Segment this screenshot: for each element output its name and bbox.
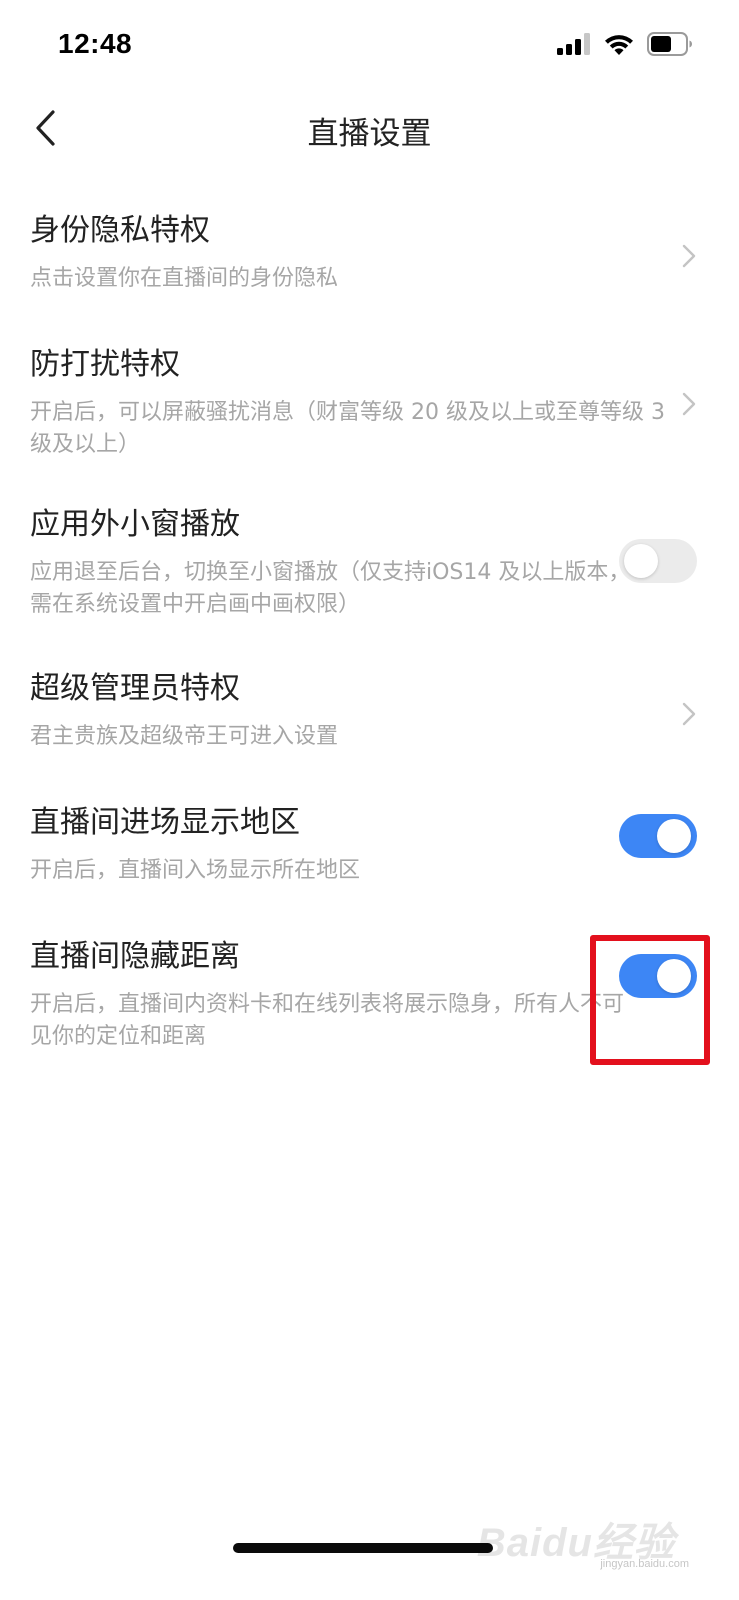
watermark: Baidu经验 jingyan.baidu.com (477, 1500, 709, 1580)
page-title: 直播设置 (307, 116, 432, 152)
setting-picture-in-picture[interactable]: 应用外小窗播放 应用退至后台，切换至小窗播放（仅支持iOS14 及以上版本，需在… (0, 499, 739, 663)
chevron-right-icon (677, 699, 701, 729)
status-bar: 12:48 (0, 0, 739, 90)
setting-title: 超级管理员特权 (30, 671, 240, 706)
chevron-right-icon (677, 241, 701, 271)
setting-title: 防打扰特权 (30, 347, 180, 382)
setting-identity-privacy[interactable]: 身份隐私特权 点击设置你在直播间的身份隐私 (0, 205, 739, 339)
setting-do-not-disturb[interactable]: 防打扰特权 开启后，可以屏蔽骚扰消息（财富等级 20 级及以上或至尊等级 3 级… (0, 339, 739, 499)
nav-bar: 直播设置 (0, 90, 739, 170)
home-indicator[interactable] (233, 1543, 493, 1553)
setting-title: 直播间隐藏距离 (30, 939, 240, 974)
setting-title: 身份隐私特权 (30, 213, 210, 248)
status-time: 12:48 (58, 28, 133, 59)
setting-description: 开启后，直播间内资料卡和在线列表将展示隐身，所有人不可见你的定位和距离 (30, 992, 625, 1049)
entry-region-toggle[interactable] (619, 814, 697, 858)
setting-description: 应用退至后台，切换至小窗播放（仅支持iOS14 及以上版本，需在系统设置中开启画… (30, 560, 631, 617)
wifi-icon (603, 32, 635, 60)
chevron-right-icon (677, 389, 701, 419)
setting-super-admin[interactable]: 超级管理员特权 君主贵族及超级帝王可进入设置 (0, 663, 739, 797)
toggle-knob (624, 544, 658, 578)
setting-description: 开启后，可以屏蔽骚扰消息（财富等级 20 级及以上或至尊等级 3 级及以上） (30, 400, 665, 457)
watermark-url: jingyan.baidu.com (600, 1558, 689, 1570)
status-icons (557, 32, 693, 60)
setting-description: 点击设置你在直播间的身份隐私 (30, 266, 339, 291)
setting-title: 应用外小窗播放 (30, 507, 240, 542)
battery-icon (647, 32, 693, 60)
setting-description: 君主贵族及超级帝王可进入设置 (30, 724, 339, 749)
setting-description: 开启后，直播间入场显示所在地区 (30, 858, 361, 883)
toggle-knob (657, 819, 691, 853)
cellular-signal-icon (557, 33, 591, 59)
setting-title: 直播间进场显示地区 (30, 805, 300, 840)
pip-toggle[interactable] (619, 539, 697, 583)
setting-entry-region[interactable]: 直播间进场显示地区 开启后，直播间入场显示所在地区 (0, 797, 739, 931)
highlight-box (590, 935, 710, 1065)
